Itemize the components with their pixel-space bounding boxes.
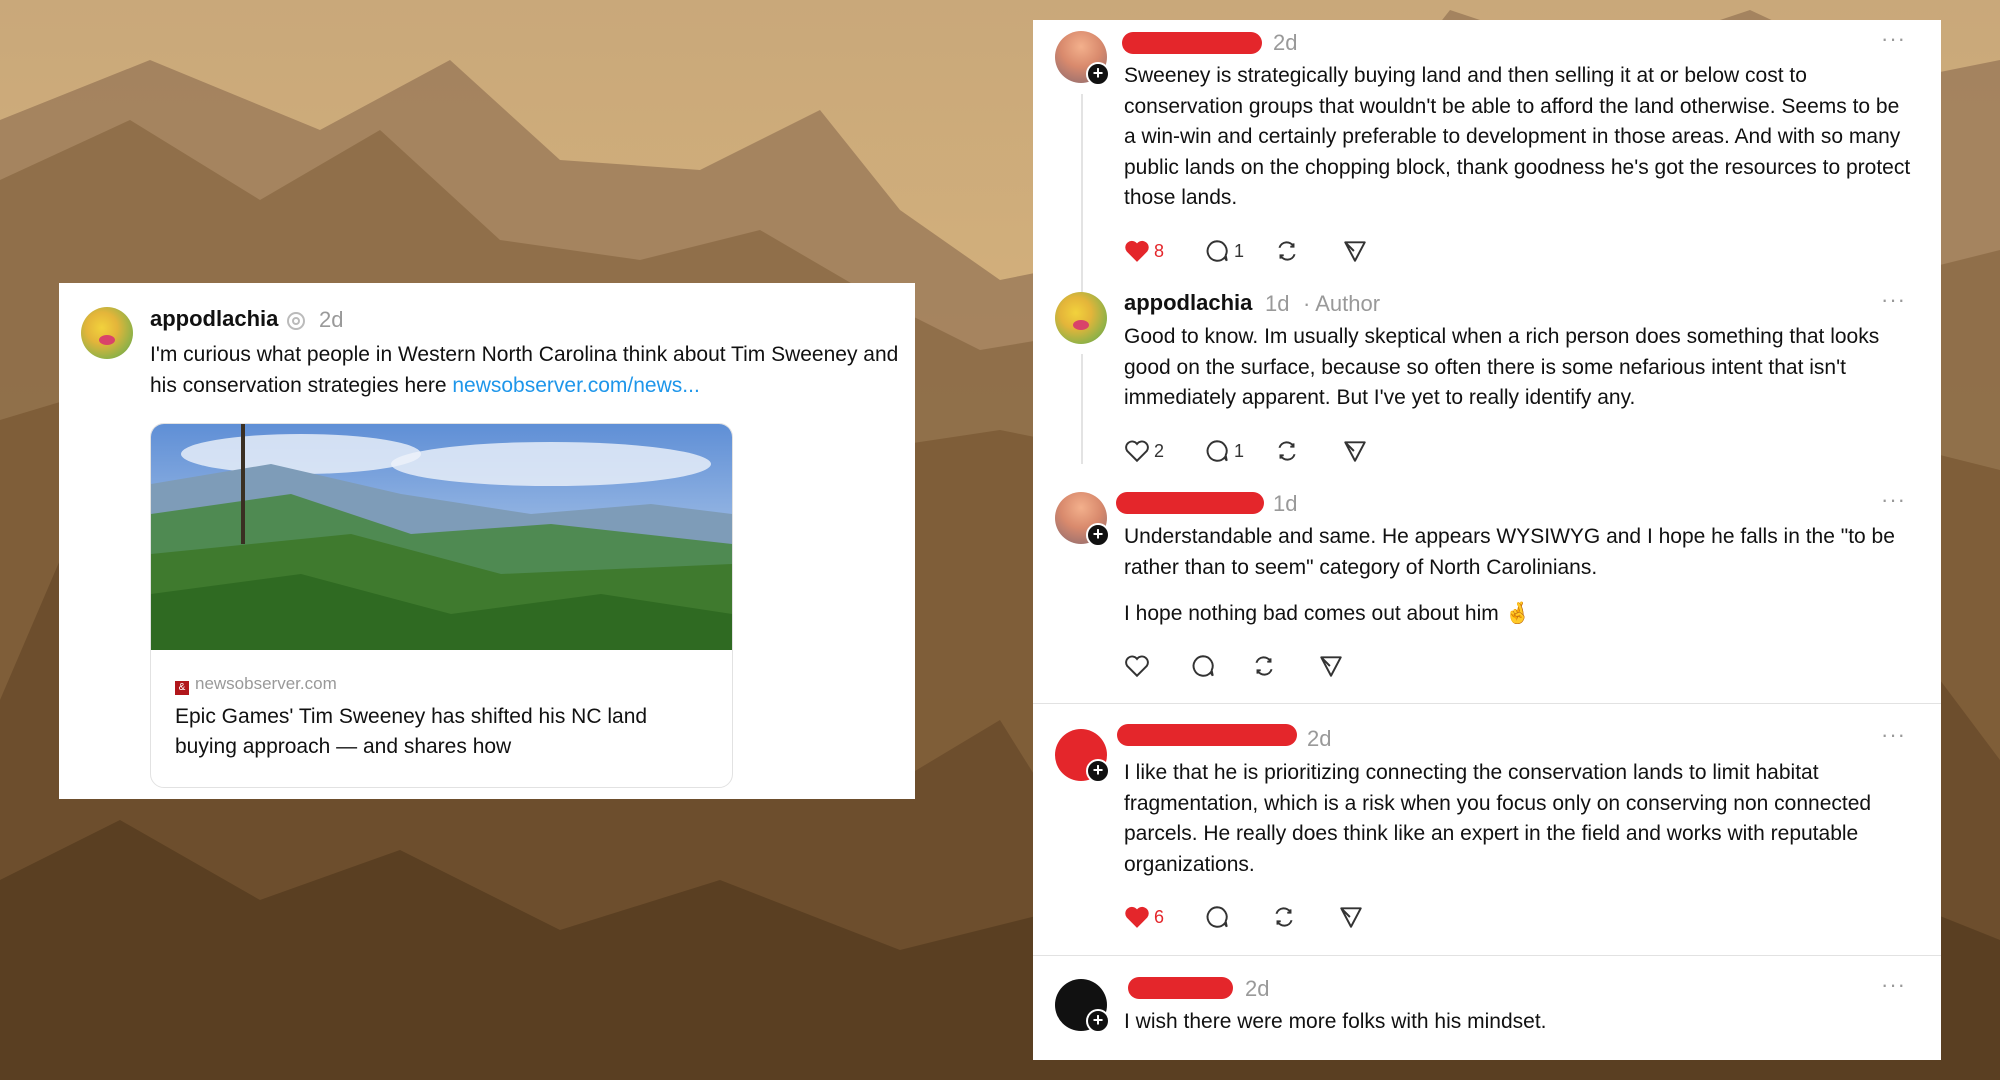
comment-text: I wish there were more folks with his mi… xyxy=(1124,1010,1547,1033)
repost-button[interactable] xyxy=(1274,236,1300,266)
share-icon xyxy=(1320,656,1342,677)
heart-outline-icon xyxy=(1125,440,1149,463)
reply-button[interactable] xyxy=(1190,651,1216,681)
comment-time: 1d xyxy=(1273,491,1298,516)
share-icon xyxy=(1344,241,1366,262)
preview-title: Epic Games' Tim Sweeney has shifted his … xyxy=(175,705,648,758)
redacted-username xyxy=(1117,724,1297,746)
comment-text: Understandable and same. He appears WYSI… xyxy=(1124,525,1895,579)
more-options-icon[interactable]: ··· xyxy=(1881,287,1906,313)
like-button[interactable]: 2 xyxy=(1124,436,1164,466)
follow-plus-icon[interactable]: + xyxy=(1086,759,1110,783)
more-options-icon[interactable]: ··· xyxy=(1881,26,1906,52)
like-button[interactable] xyxy=(1124,651,1150,681)
comment-time: 2d xyxy=(1273,30,1298,55)
avatar[interactable] xyxy=(1055,292,1107,344)
comment-text: Good to know. Im usually skeptical when … xyxy=(1124,325,1880,409)
like-count: 6 xyxy=(1154,906,1165,927)
reply-button[interactable] xyxy=(1204,902,1230,932)
repost-icon xyxy=(1255,656,1273,676)
author-tag: · Author xyxy=(1303,291,1381,316)
repost-icon xyxy=(1275,907,1293,927)
post-text: I'm curious what people in Western North… xyxy=(150,340,900,401)
heart-outline-icon xyxy=(1125,655,1149,678)
comment-text-2: I hope nothing bad comes out about him 🤞 xyxy=(1124,602,1531,625)
reply-count: 1 xyxy=(1234,240,1245,261)
link-preview-card[interactable]: & newsobserver.com Epic Games' Tim Sweene… xyxy=(150,423,733,788)
repost-button[interactable] xyxy=(1274,436,1300,466)
comment-text: I like that he is prioritizing connectin… xyxy=(1124,761,1872,876)
comment-username[interactable]: appodlachia xyxy=(1124,290,1252,316)
redacted-username xyxy=(1122,32,1262,54)
share-icon xyxy=(1344,441,1366,462)
avatar[interactable] xyxy=(81,307,133,359)
post-link[interactable]: newsobserver.com/news... xyxy=(452,374,699,397)
follow-plus-icon[interactable]: + xyxy=(1086,1009,1110,1033)
divider xyxy=(1033,955,1941,956)
comment-icon xyxy=(1192,655,1214,677)
post-time: 2d xyxy=(319,307,344,332)
heart-icon xyxy=(1125,906,1149,928)
repost-icon xyxy=(1278,241,1296,261)
reply-button[interactable]: 1 xyxy=(1204,236,1244,266)
repost-button[interactable] xyxy=(1251,651,1277,681)
post-username[interactable]: appodlachia xyxy=(150,306,278,332)
like-button[interactable]: 8 xyxy=(1124,236,1164,266)
follow-plus-icon[interactable]: + xyxy=(1086,523,1110,547)
verified-icon xyxy=(287,312,305,330)
comment-actions xyxy=(1124,651,1424,681)
share-icon xyxy=(1340,907,1362,928)
reply-count: 1 xyxy=(1234,440,1245,461)
comment-actions: 2 1 xyxy=(1124,436,1424,466)
share-button[interactable] xyxy=(1338,902,1364,932)
comment-time: 1d xyxy=(1265,291,1290,316)
like-count: 8 xyxy=(1154,240,1165,261)
more-options-icon[interactable]: ··· xyxy=(1881,487,1906,513)
repost-button[interactable] xyxy=(1271,902,1297,932)
original-post-card: appodlachia 2d I'm curious what people i… xyxy=(59,283,915,799)
comment-actions: 8 1 xyxy=(1124,236,1424,266)
divider xyxy=(1033,703,1941,704)
share-button[interactable] xyxy=(1342,436,1368,466)
thread-line xyxy=(1081,354,1083,464)
source-domain: newsobserver.com xyxy=(195,674,337,693)
redacted-username xyxy=(1128,977,1233,999)
like-button[interactable]: 6 xyxy=(1124,902,1164,932)
comment-icon xyxy=(1206,240,1228,262)
preview-source: & newsobserver.com xyxy=(175,674,337,695)
preview-image xyxy=(151,424,732,650)
share-button[interactable] xyxy=(1318,651,1344,681)
more-options-icon[interactable]: ··· xyxy=(1881,972,1906,998)
comment-time: 2d xyxy=(1245,976,1270,1001)
comment-icon xyxy=(1206,906,1228,928)
follow-plus-icon[interactable]: + xyxy=(1086,62,1110,86)
comment-text: Sweeney is strategically buying land and… xyxy=(1124,64,1911,209)
comment-actions: 6 xyxy=(1124,902,1424,932)
more-options-icon[interactable]: ··· xyxy=(1881,722,1906,748)
redacted-username xyxy=(1116,492,1264,514)
thread-line xyxy=(1081,94,1083,294)
source-logo-icon: & xyxy=(175,681,189,695)
share-button[interactable] xyxy=(1342,236,1368,266)
comment-time: 2d xyxy=(1307,726,1332,751)
reply-button[interactable]: 1 xyxy=(1204,436,1244,466)
like-count: 2 xyxy=(1154,440,1165,461)
heart-icon xyxy=(1125,240,1149,262)
comments-card: + 2d ··· Sweeney is strategically buying… xyxy=(1033,20,1941,1060)
comment-icon xyxy=(1206,440,1228,462)
repost-icon xyxy=(1278,441,1296,461)
